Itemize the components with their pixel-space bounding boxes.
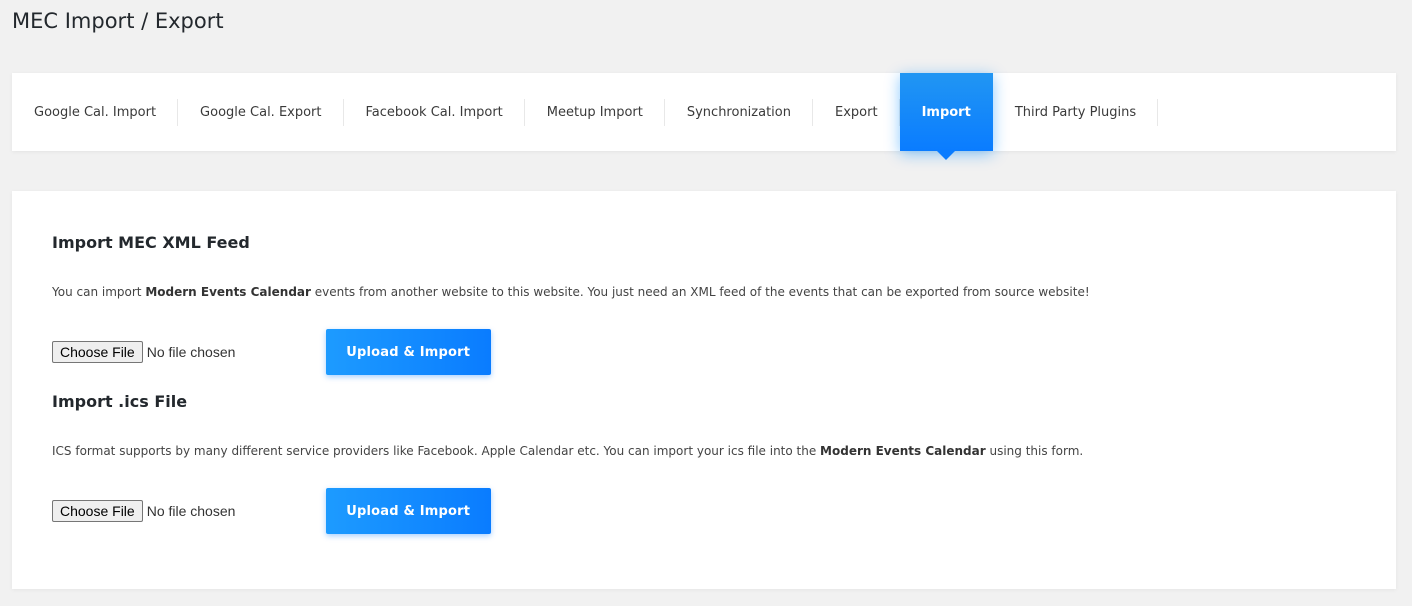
ics-file-status: No file chosen <box>146 503 236 519</box>
import-content-panel: Import MEC XML Feed You can import Moder… <box>12 191 1396 589</box>
ics-desc-bold: Modern Events Calendar <box>820 444 986 458</box>
tab-synchronization[interactable]: Synchronization <box>665 73 814 151</box>
ics-upload-import-button[interactable]: Upload & Import <box>325 488 491 534</box>
tab-label: Synchronization <box>686 104 791 120</box>
xml-import-section: Import MEC XML Feed You can import Moder… <box>52 232 1352 375</box>
tab-third-party-plugins[interactable]: Third Party Plugins <box>993 73 1159 151</box>
xml-choose-file-button[interactable]: Choose File <box>52 341 143 363</box>
xml-file-status: No file chosen <box>146 344 236 360</box>
active-tab-arrow-icon <box>937 151 956 160</box>
tab-label: Import <box>921 104 971 120</box>
xml-file-row: Choose File No file chosen Upload & Impo… <box>52 329 491 375</box>
ics-import-section: Import .ics File ICS format supports by … <box>52 391 1352 534</box>
tab-label: Export <box>835 104 878 120</box>
ics-choose-file-button[interactable]: Choose File <box>52 500 143 522</box>
tab-import[interactable]: Import <box>899 73 993 160</box>
tab-google-cal-export[interactable]: Google Cal. Export <box>178 73 344 151</box>
tab-label: Meetup Import <box>546 104 643 120</box>
tab-export[interactable]: Export <box>813 73 900 151</box>
xml-desc-bold: Modern Events Calendar <box>145 285 311 299</box>
xml-desc-text-end: events from another website to this webs… <box>310 285 1090 299</box>
tab-list: Google Cal. Import Google Cal. Export Fa… <box>12 73 1396 160</box>
tab-meetup-import[interactable]: Meetup Import <box>525 73 665 151</box>
xml-upload-import-button[interactable]: Upload & Import <box>325 329 491 375</box>
tab-label: Google Cal. Export <box>200 104 322 120</box>
tab-label: Facebook Cal. Import <box>365 104 503 120</box>
tabs-bar: Google Cal. Import Google Cal. Export Fa… <box>12 73 1396 160</box>
xml-section-heading: Import MEC XML Feed <box>52 233 250 252</box>
page-title: MEC Import / Export <box>12 9 224 33</box>
ics-section-heading: Import .ics File <box>52 392 188 411</box>
tab-google-cal-import[interactable]: Google Cal. Import <box>12 73 179 151</box>
tab-label: Google Cal. Import <box>34 104 157 120</box>
ics-section-description: ICS format supports by many different se… <box>52 442 1083 460</box>
xml-section-description: You can import Modern Events Calendar ev… <box>52 283 1090 301</box>
ics-desc-text-end: using this form. <box>985 444 1084 458</box>
tab-facebook-cal-import[interactable]: Facebook Cal. Import <box>344 73 526 151</box>
ics-file-row: Choose File No file chosen Upload & Impo… <box>52 488 491 534</box>
tab-label: Third Party Plugins <box>1014 104 1137 120</box>
ics-desc-text: ICS format supports by many different se… <box>52 444 821 458</box>
xml-desc-text: You can import <box>52 285 146 299</box>
